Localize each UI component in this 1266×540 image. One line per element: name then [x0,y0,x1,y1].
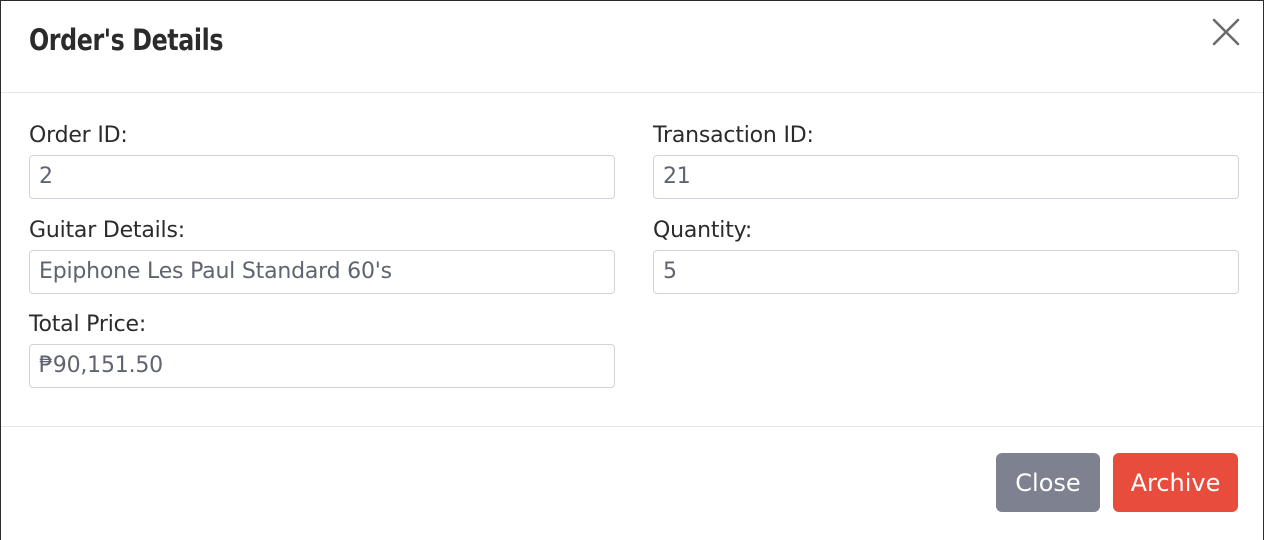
modal-footer: Close Archive [1,427,1263,533]
order-id-group: Order ID: 2 [29,123,615,199]
order-id-label: Order ID: [29,123,128,148]
transaction-id-field[interactable]: 21 [653,155,1239,199]
transaction-id-label: Transaction ID: [653,123,814,148]
total-price-group: Total Price: ₱90,151.50 [29,312,615,388]
guitar-details-group: Guitar Details: Epiphone Les Paul Standa… [29,218,615,294]
quantity-label: Quantity: [653,218,753,243]
modal-title: Order's Details [29,23,224,57]
guitar-details-field[interactable]: Epiphone Les Paul Standard 60's [29,250,615,294]
order-id-field[interactable]: 2 [29,155,615,199]
quantity-field[interactable]: 5 [653,250,1239,294]
order-details-modal: Order's Details Order ID: 2 Transaction … [0,0,1264,540]
guitar-details-label: Guitar Details: [29,218,185,243]
modal-header: Order's Details [1,1,1263,93]
close-icon[interactable] [1209,15,1243,49]
total-price-label: Total Price: [29,312,147,337]
quantity-group: Quantity: 5 [653,218,1239,294]
total-price-field[interactable]: ₱90,151.50 [29,344,615,388]
close-button[interactable]: Close [996,453,1100,512]
archive-button[interactable]: Archive [1113,453,1238,512]
transaction-id-group: Transaction ID: 21 [653,123,1239,199]
modal-body: Order ID: 2 Transaction ID: 21 Guitar De… [1,93,1263,427]
